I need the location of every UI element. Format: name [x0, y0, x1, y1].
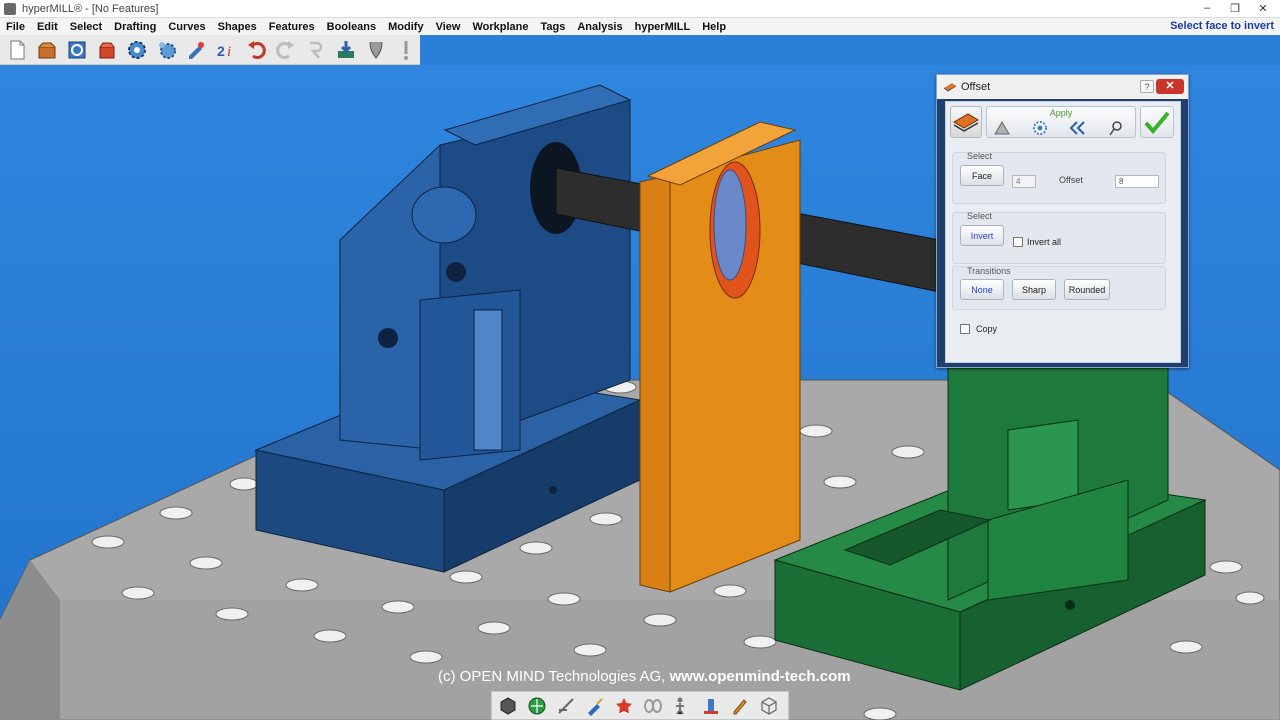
menu-edit[interactable]: Edit	[31, 21, 64, 33]
face-count-field[interactable]: 4	[1012, 175, 1036, 188]
copyright-overlay: (c) OPEN MIND Technologies AG, www.openm…	[438, 668, 851, 685]
transitions-group: Transitions None Sharp Rounded	[952, 266, 1166, 310]
offset-icon[interactable]	[950, 106, 982, 138]
apply-strip: Apply	[986, 106, 1136, 138]
search-icon[interactable]	[1107, 119, 1125, 137]
invert-all-label: Invert all	[1027, 237, 1062, 247]
svg-text:i: i	[227, 44, 231, 60]
wireframe-icon[interactable]	[755, 693, 782, 719]
help-button[interactable]: ?	[1140, 80, 1154, 93]
dialog-title: Offset	[961, 81, 991, 93]
face-button[interactable]: Face	[960, 165, 1004, 186]
menu-analysis[interactable]: Analysis	[571, 21, 628, 33]
rebuild-icon[interactable]	[302, 36, 330, 64]
gear-blue-icon[interactable]	[123, 36, 151, 64]
title-bar: hyperMILL® - [No Features] – ❐ ✕	[0, 0, 1280, 18]
redo-icon[interactable]	[272, 36, 300, 64]
menu-file[interactable]: File	[0, 21, 31, 33]
import-icon[interactable]	[332, 36, 360, 64]
open-box-icon[interactable]	[33, 36, 61, 64]
gear-settings-icon[interactable]	[153, 36, 181, 64]
window-controls: – ❐ ✕	[1196, 1, 1274, 15]
website-url: www.openmind-tech.com	[669, 668, 851, 685]
menu-view[interactable]: View	[430, 21, 467, 33]
copy-label: Copy	[976, 324, 998, 334]
select-invert-group: Select Invert Invert all	[952, 211, 1166, 264]
status-prompt: Select face to invert	[1170, 20, 1274, 32]
line-edit-icon[interactable]	[552, 693, 579, 719]
brush-icon[interactable]	[581, 693, 608, 719]
blue-vise	[254, 84, 642, 573]
dialog-title-bar[interactable]: Offset ? ✕	[937, 75, 1188, 99]
paint-pen-icon[interactable]	[183, 36, 211, 64]
offset-feature-icon	[943, 83, 957, 92]
delete-box-icon[interactable]	[93, 36, 121, 64]
menu-drafting[interactable]: Drafting	[108, 21, 162, 33]
select-invert-label: Select	[967, 211, 993, 221]
menu-workplane[interactable]: Workplane	[466, 21, 534, 33]
invert-button[interactable]: Invert	[960, 225, 1004, 246]
orange-plate	[639, 121, 801, 593]
star-icon[interactable]	[610, 693, 637, 719]
view-cube-icon[interactable]	[494, 693, 521, 719]
triangle-icon[interactable]	[993, 119, 1011, 137]
main-toolbar: 2i	[0, 35, 420, 65]
app-icon	[4, 2, 16, 15]
close-button[interactable]: ✕	[1252, 1, 1274, 15]
transition-sharp-button[interactable]: Sharp	[1012, 279, 1056, 300]
warning-icon[interactable]	[392, 36, 420, 64]
select-face-group: Select Face 4 Offset 8	[952, 151, 1166, 204]
copyright-text: (c) OPEN MIND Technologies AG,	[438, 668, 666, 685]
minimize-button[interactable]: –	[1196, 1, 1218, 15]
menu-booleans[interactable]: Booleans	[321, 21, 383, 33]
new-file-icon[interactable]	[3, 36, 31, 64]
menu-curves[interactable]: Curves	[162, 21, 211, 33]
ok-check-icon[interactable]	[1140, 106, 1174, 138]
restore-button[interactable]: ❐	[1224, 1, 1246, 15]
bottom-toolbar	[491, 691, 789, 720]
oo-icon[interactable]	[639, 693, 666, 719]
transition-rounded-button[interactable]: Rounded	[1064, 279, 1110, 300]
select-face-label: Select	[967, 151, 993, 161]
dialog-actions: Apply	[948, 106, 1178, 140]
invert-all-checkbox[interactable]	[1013, 237, 1023, 247]
menu-features[interactable]: Features	[263, 21, 321, 33]
figure-icon[interactable]	[668, 693, 695, 719]
menu-select[interactable]: Select	[64, 21, 108, 33]
menu-help[interactable]: Help	[696, 21, 732, 33]
undo-icon[interactable]	[242, 36, 270, 64]
back-icon[interactable]	[1069, 119, 1087, 137]
info-2i-icon[interactable]: 2i	[212, 36, 240, 64]
dialog-close-button[interactable]: ✕	[1156, 79, 1184, 94]
transitions-label: Transitions	[967, 266, 1011, 276]
menu-modify[interactable]: Modify	[382, 21, 429, 33]
menu-bar: File Edit Select Drafting Curves Shapes …	[0, 18, 1280, 35]
offset-label: Offset	[1059, 175, 1083, 185]
copy-checkbox[interactable]	[960, 324, 970, 334]
apply-label: Apply	[1049, 108, 1073, 118]
offset-value-field[interactable]: 8	[1115, 175, 1159, 188]
tower-icon[interactable]	[697, 693, 724, 719]
window-title: hyperMILL® - [No Features]	[22, 2, 159, 15]
sphere-icon[interactable]	[523, 693, 550, 719]
offset-dialog: Offset ? ✕ Apply Select Face 4 Offset 8 …	[936, 74, 1189, 368]
menu-tags[interactable]: Tags	[535, 21, 572, 33]
pencil-icon[interactable]	[726, 693, 753, 719]
tool-icon[interactable]	[362, 36, 390, 64]
menu-hypermill[interactable]: hyperMILL	[629, 21, 697, 33]
transition-none-button[interactable]: None	[960, 279, 1004, 300]
dialog-body: Apply Select Face 4 Offset 8 Select Inve…	[945, 101, 1181, 363]
save-refresh-icon[interactable]	[63, 36, 91, 64]
gear-icon[interactable]	[1031, 119, 1049, 137]
svg-text:2: 2	[217, 43, 225, 59]
menu-shapes[interactable]: Shapes	[212, 21, 263, 33]
